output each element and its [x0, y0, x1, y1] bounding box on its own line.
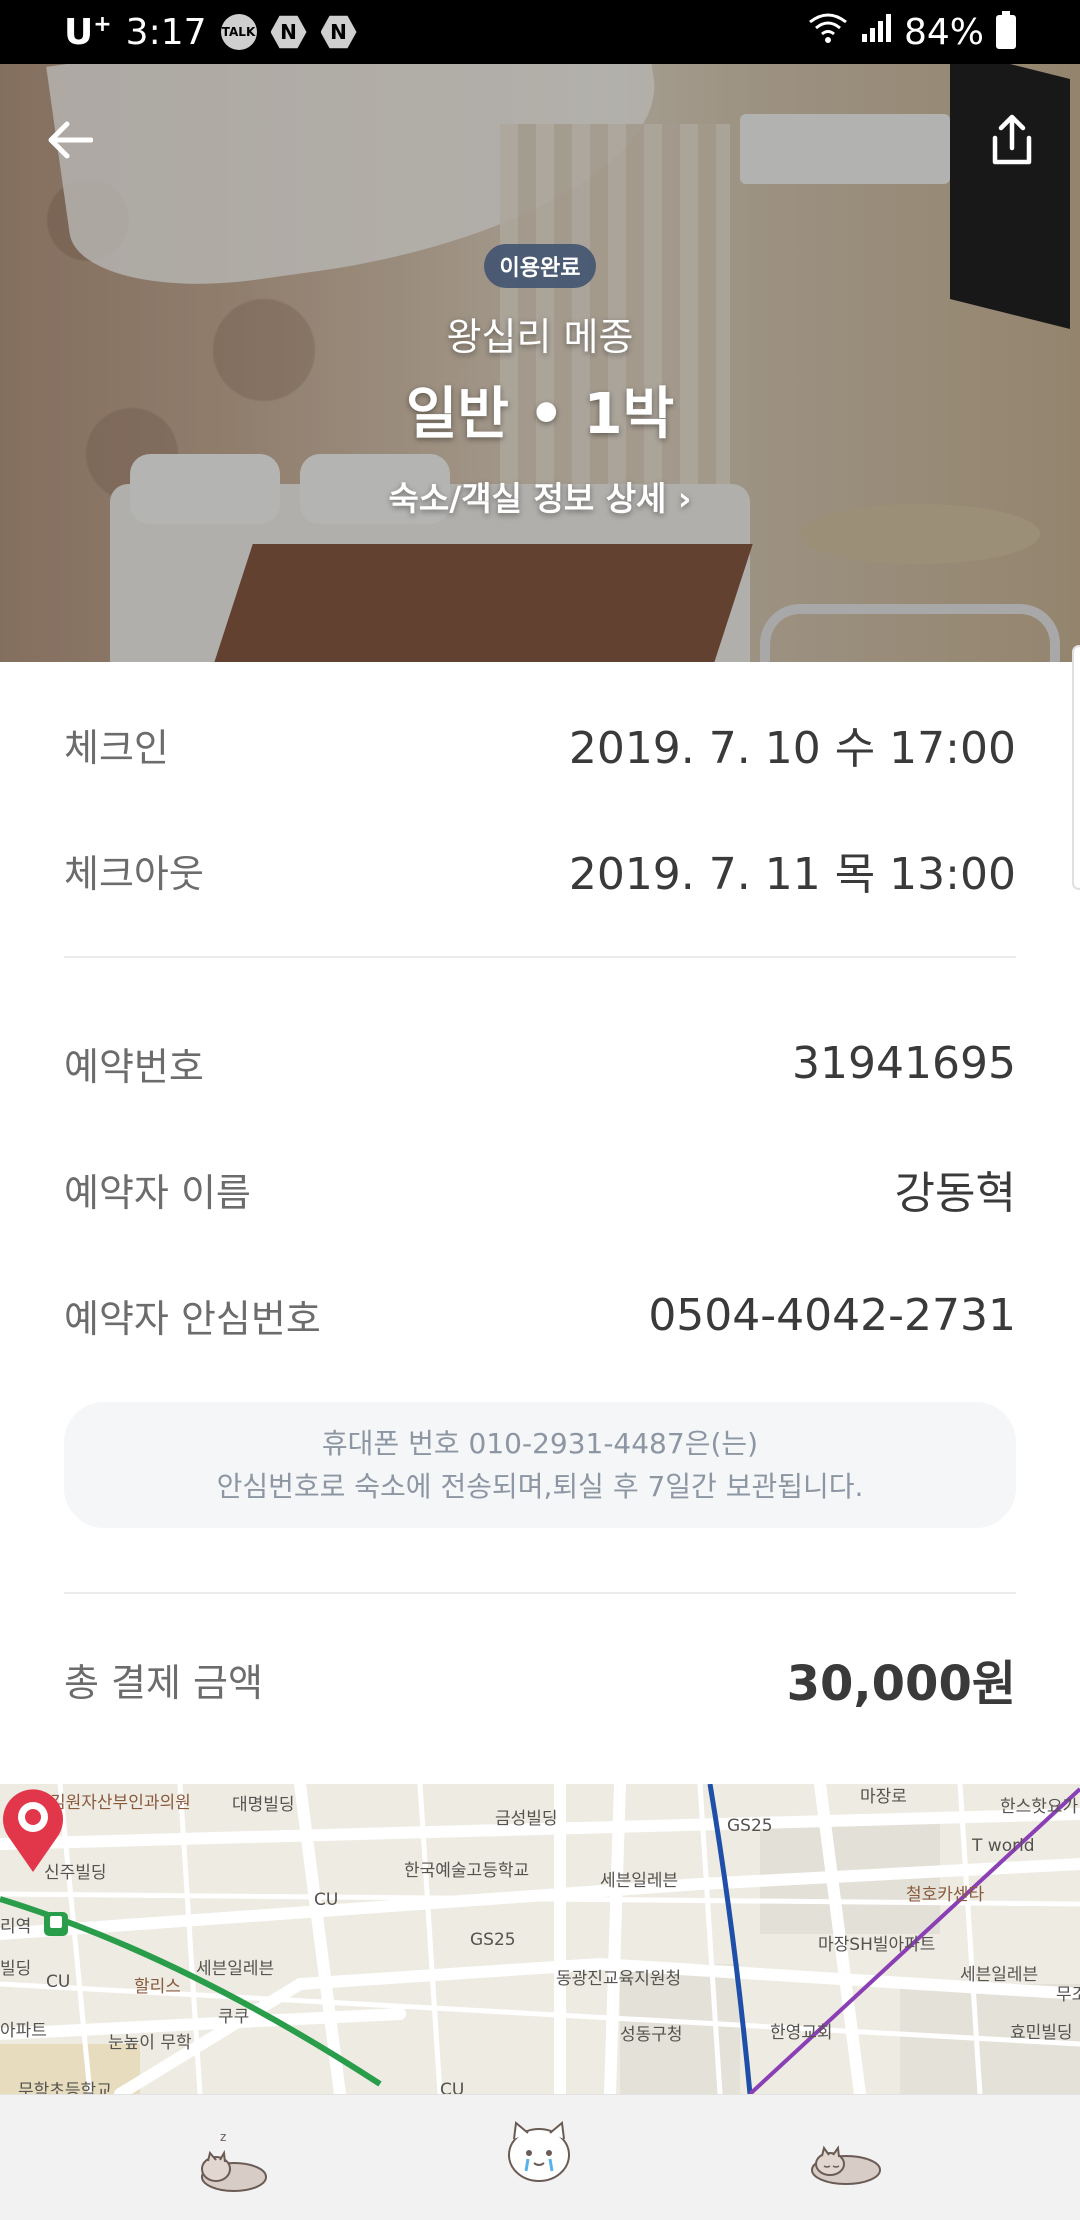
safe-number-value: 0504-4042-2731: [648, 1289, 1016, 1341]
signal-icon: [860, 12, 892, 53]
share-button[interactable]: [980, 108, 1044, 172]
map-label: 세븐일레븐: [600, 1871, 679, 1891]
checkout-label: 체크아웃: [64, 851, 204, 896]
map-label: 무학초등학교: [18, 2081, 112, 2094]
divider: [64, 1592, 1016, 1594]
battery-icon: [996, 11, 1016, 49]
reservation-number-label: 예약번호: [64, 1044, 204, 1089]
map-label: 동광진교육지원청: [556, 1969, 682, 1989]
map-label: 철호카센타: [906, 1885, 985, 1905]
safe-number-notice: 휴대폰 번호 010-2931-4487은(는) 안심번호로 숙소에 전송되며,…: [64, 1402, 1016, 1528]
location-map[interactable]: 김원자산부인과의원 대명빌딩 금성빌딩 GS25 한스핫요가 신주빌딩 한국예술…: [0, 1784, 1080, 2094]
total-payment-label: 총 결제 금액: [64, 1660, 263, 1705]
notice-line-1: 휴대폰 번호 010-2931-4487은(는): [321, 1427, 759, 1460]
hero-room-image: 이용완료 왕십리 메종 일반 • 1박 숙소/객실 정보 상세 ›: [0, 64, 1080, 662]
safe-number-label: 예약자 안심번호: [64, 1296, 321, 1341]
map-label: 빌딩: [0, 1959, 32, 1979]
wifi-icon: [808, 12, 848, 53]
notice-line-2: 안심번호로 숙소에 전송되며,퇴실 후 7일간 보관됩니다.: [216, 1470, 864, 1503]
map-label: 마장로: [860, 1787, 907, 1807]
status-bar: U+ 3:17 TALK N N 84%: [0, 0, 1080, 64]
map-label: 대명빌딩: [232, 1795, 295, 1815]
map-label: 성동구청: [620, 2025, 683, 2045]
map-label: CU: [46, 1972, 71, 1992]
location-pin-icon: [3, 1789, 63, 1872]
map-label: 할리스: [134, 1977, 181, 1997]
nav-center-button[interactable]: [494, 2105, 584, 2195]
map-label: 한스핫요가: [1000, 1797, 1079, 1817]
map-label: 한영교회: [770, 2023, 833, 2043]
naver-notification-icon: N: [270, 15, 307, 49]
map-label: T world: [972, 1836, 1035, 1856]
map-label: 세븐일레븐: [960, 1965, 1039, 1985]
crying-cat-icon: [508, 2121, 570, 2182]
checkin-row: 체크인 2019. 7. 10 수 17:00: [64, 712, 1016, 776]
side-handle: [1072, 645, 1080, 890]
svg-text:z: z: [220, 2130, 226, 2144]
map-label: CU: [440, 2080, 465, 2094]
nav-left-button[interactable]: z: [190, 2115, 280, 2205]
lying-cat-icon: [811, 2145, 881, 2185]
reserver-name-value: 강동혁: [894, 1168, 1016, 1219]
map-label: 무조: [1056, 1985, 1080, 2005]
hero-info: 이용완료 왕십리 메종 일반 • 1박 숙소/객실 정보 상세 ›: [0, 244, 1080, 520]
hotel-name: 왕십리 메종: [446, 315, 634, 359]
map-label: 한국예술고등학교: [404, 1861, 530, 1881]
safe-number-row: 예약자 안심번호 0504-4042-2731: [64, 1283, 1016, 1347]
kakaotalk-notification-icon: TALK: [220, 14, 257, 50]
reservation-number-row: 예약번호 31941695: [64, 1031, 1016, 1095]
reservation-number-value: 31941695: [792, 1037, 1016, 1089]
nav-right-button[interactable]: [800, 2115, 890, 2205]
map-label: 리역: [0, 1917, 32, 1937]
map-label: 금성빌딩: [495, 1809, 558, 1829]
map-label: GS25: [470, 1930, 516, 1950]
map-label: 눈높이 무학: [108, 2033, 192, 2053]
total-payment-value: 30,000원: [786, 1656, 1016, 1712]
map-label: GS25: [727, 1816, 773, 1836]
checkin-value: 2019. 7. 10 수 17:00: [568, 723, 1016, 774]
map-label: 아파트: [0, 2021, 47, 2041]
total-payment-row: 총 결제 금액 30,000원: [64, 1646, 1016, 1712]
divider: [64, 956, 1016, 958]
reserver-name-row: 예약자 이름 강동혁: [64, 1157, 1016, 1221]
sleeping-cat-icon: z: [201, 2130, 267, 2192]
status-badge: 이용완료: [483, 244, 597, 288]
status-left: U+ 3:17 TALK N N: [64, 12, 357, 53]
back-button[interactable]: [40, 110, 100, 170]
naver-notification-icon-2: N: [320, 15, 357, 49]
map-label: 세븐일레븐: [196, 1959, 275, 1979]
room-detail-link[interactable]: 숙소/객실 정보 상세 ›: [389, 472, 692, 520]
map-label: 효민빌딩: [1010, 2023, 1073, 2043]
carrier-label: U+: [64, 11, 112, 53]
battery-percent: 84%: [903, 11, 984, 53]
map-label: 쿠쿠: [218, 2007, 250, 2027]
bottom-navigation: z: [0, 2094, 1080, 2220]
map-label: 마장SH빌아파트: [818, 1935, 936, 1955]
share-icon: [992, 114, 1032, 165]
checkout-row: 체크아웃 2019. 7. 11 목 13:00: [64, 838, 1016, 902]
reserver-name-label: 예약자 이름: [64, 1170, 251, 1215]
status-time: 3:17: [125, 11, 207, 53]
map-label: CU: [314, 1890, 339, 1910]
arrow-left-icon: [48, 121, 93, 159]
status-right: 84%: [808, 11, 1016, 53]
checkin-label: 체크인: [64, 725, 169, 770]
room-info: 일반 • 1박: [405, 382, 675, 447]
map-label: 김원자산부인과의원: [50, 1793, 191, 1813]
checkout-value: 2019. 7. 11 목 13:00: [568, 849, 1016, 900]
